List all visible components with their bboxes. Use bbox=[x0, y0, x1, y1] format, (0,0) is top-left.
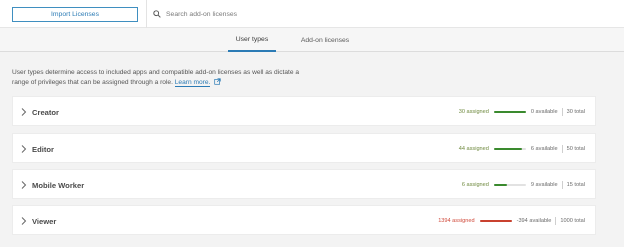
chevron-right-icon[interactable] bbox=[21, 217, 27, 225]
assigned-count: 1394 assigned bbox=[438, 218, 475, 224]
external-link-icon[interactable] bbox=[214, 77, 221, 85]
usage-bar-fill bbox=[493, 110, 526, 114]
user-type-row[interactable]: Mobile Worker 6 assigned 9 available 15 … bbox=[12, 169, 596, 199]
search-icon bbox=[153, 10, 161, 18]
usage-bar bbox=[493, 147, 526, 151]
description-text: User types determine access to included … bbox=[12, 69, 299, 86]
search-input[interactable] bbox=[166, 8, 466, 20]
chevron-right-icon[interactable] bbox=[21, 145, 27, 153]
total-count: 15 total bbox=[566, 182, 585, 188]
user-types-description: User types determine access to included … bbox=[12, 68, 312, 87]
chevron-right-icon[interactable] bbox=[21, 181, 27, 189]
available-count: 9 available bbox=[530, 182, 558, 188]
user-type-row[interactable]: Viewer 1394 assigned -394 available 1000… bbox=[12, 205, 596, 235]
user-type-row[interactable]: Editor 44 assigned 6 available 50 total bbox=[12, 133, 596, 163]
assigned-count: 30 assigned bbox=[458, 109, 489, 115]
usage-bar bbox=[493, 183, 526, 187]
available-count: -394 available bbox=[516, 218, 552, 224]
user-type-name: Creator bbox=[32, 107, 60, 117]
stats-divider bbox=[561, 145, 563, 153]
tab-bar: User types Add-on licenses bbox=[0, 28, 624, 52]
toolbar-divider bbox=[146, 0, 147, 28]
usage-bar bbox=[479, 219, 512, 223]
license-stats: 1394 assigned -394 available 1000 total bbox=[438, 206, 585, 236]
total-count: 1000 total bbox=[560, 218, 585, 224]
assigned-count: 6 assigned bbox=[461, 182, 489, 188]
usage-bar-fill bbox=[493, 147, 523, 151]
tab-user-types[interactable]: User types bbox=[228, 28, 276, 52]
license-stats: 30 assigned 0 available 30 total bbox=[459, 97, 585, 127]
tab-add-on-licenses[interactable]: Add-on licenses bbox=[292, 28, 358, 52]
chevron-right-icon[interactable] bbox=[21, 108, 27, 116]
user-type-name: Mobile Worker bbox=[32, 180, 85, 190]
total-count: 50 total bbox=[566, 146, 585, 152]
usage-bar-fill bbox=[493, 183, 507, 187]
license-stats: 44 assigned 6 available 50 total bbox=[459, 134, 585, 164]
learn-more-link[interactable]: Learn more. bbox=[174, 78, 211, 87]
top-toolbar: Import Licenses bbox=[0, 0, 624, 28]
user-type-row[interactable]: Creator 30 assigned 0 available 30 total bbox=[12, 96, 596, 126]
license-stats: 6 assigned 9 available 15 total bbox=[462, 170, 585, 200]
total-count: 30 total bbox=[566, 109, 585, 115]
import-licenses-button[interactable]: Import Licenses bbox=[12, 7, 138, 22]
stats-divider bbox=[561, 181, 563, 189]
usage-bar bbox=[493, 110, 526, 114]
stats-divider bbox=[555, 217, 557, 225]
available-count: 6 available bbox=[530, 146, 558, 152]
user-type-name: Editor bbox=[32, 144, 54, 154]
available-count: 0 available bbox=[530, 109, 558, 115]
user-type-name: Viewer bbox=[32, 216, 57, 226]
stats-divider bbox=[561, 108, 563, 116]
assigned-count: 44 assigned bbox=[458, 146, 489, 152]
usage-bar-fill bbox=[479, 219, 512, 223]
